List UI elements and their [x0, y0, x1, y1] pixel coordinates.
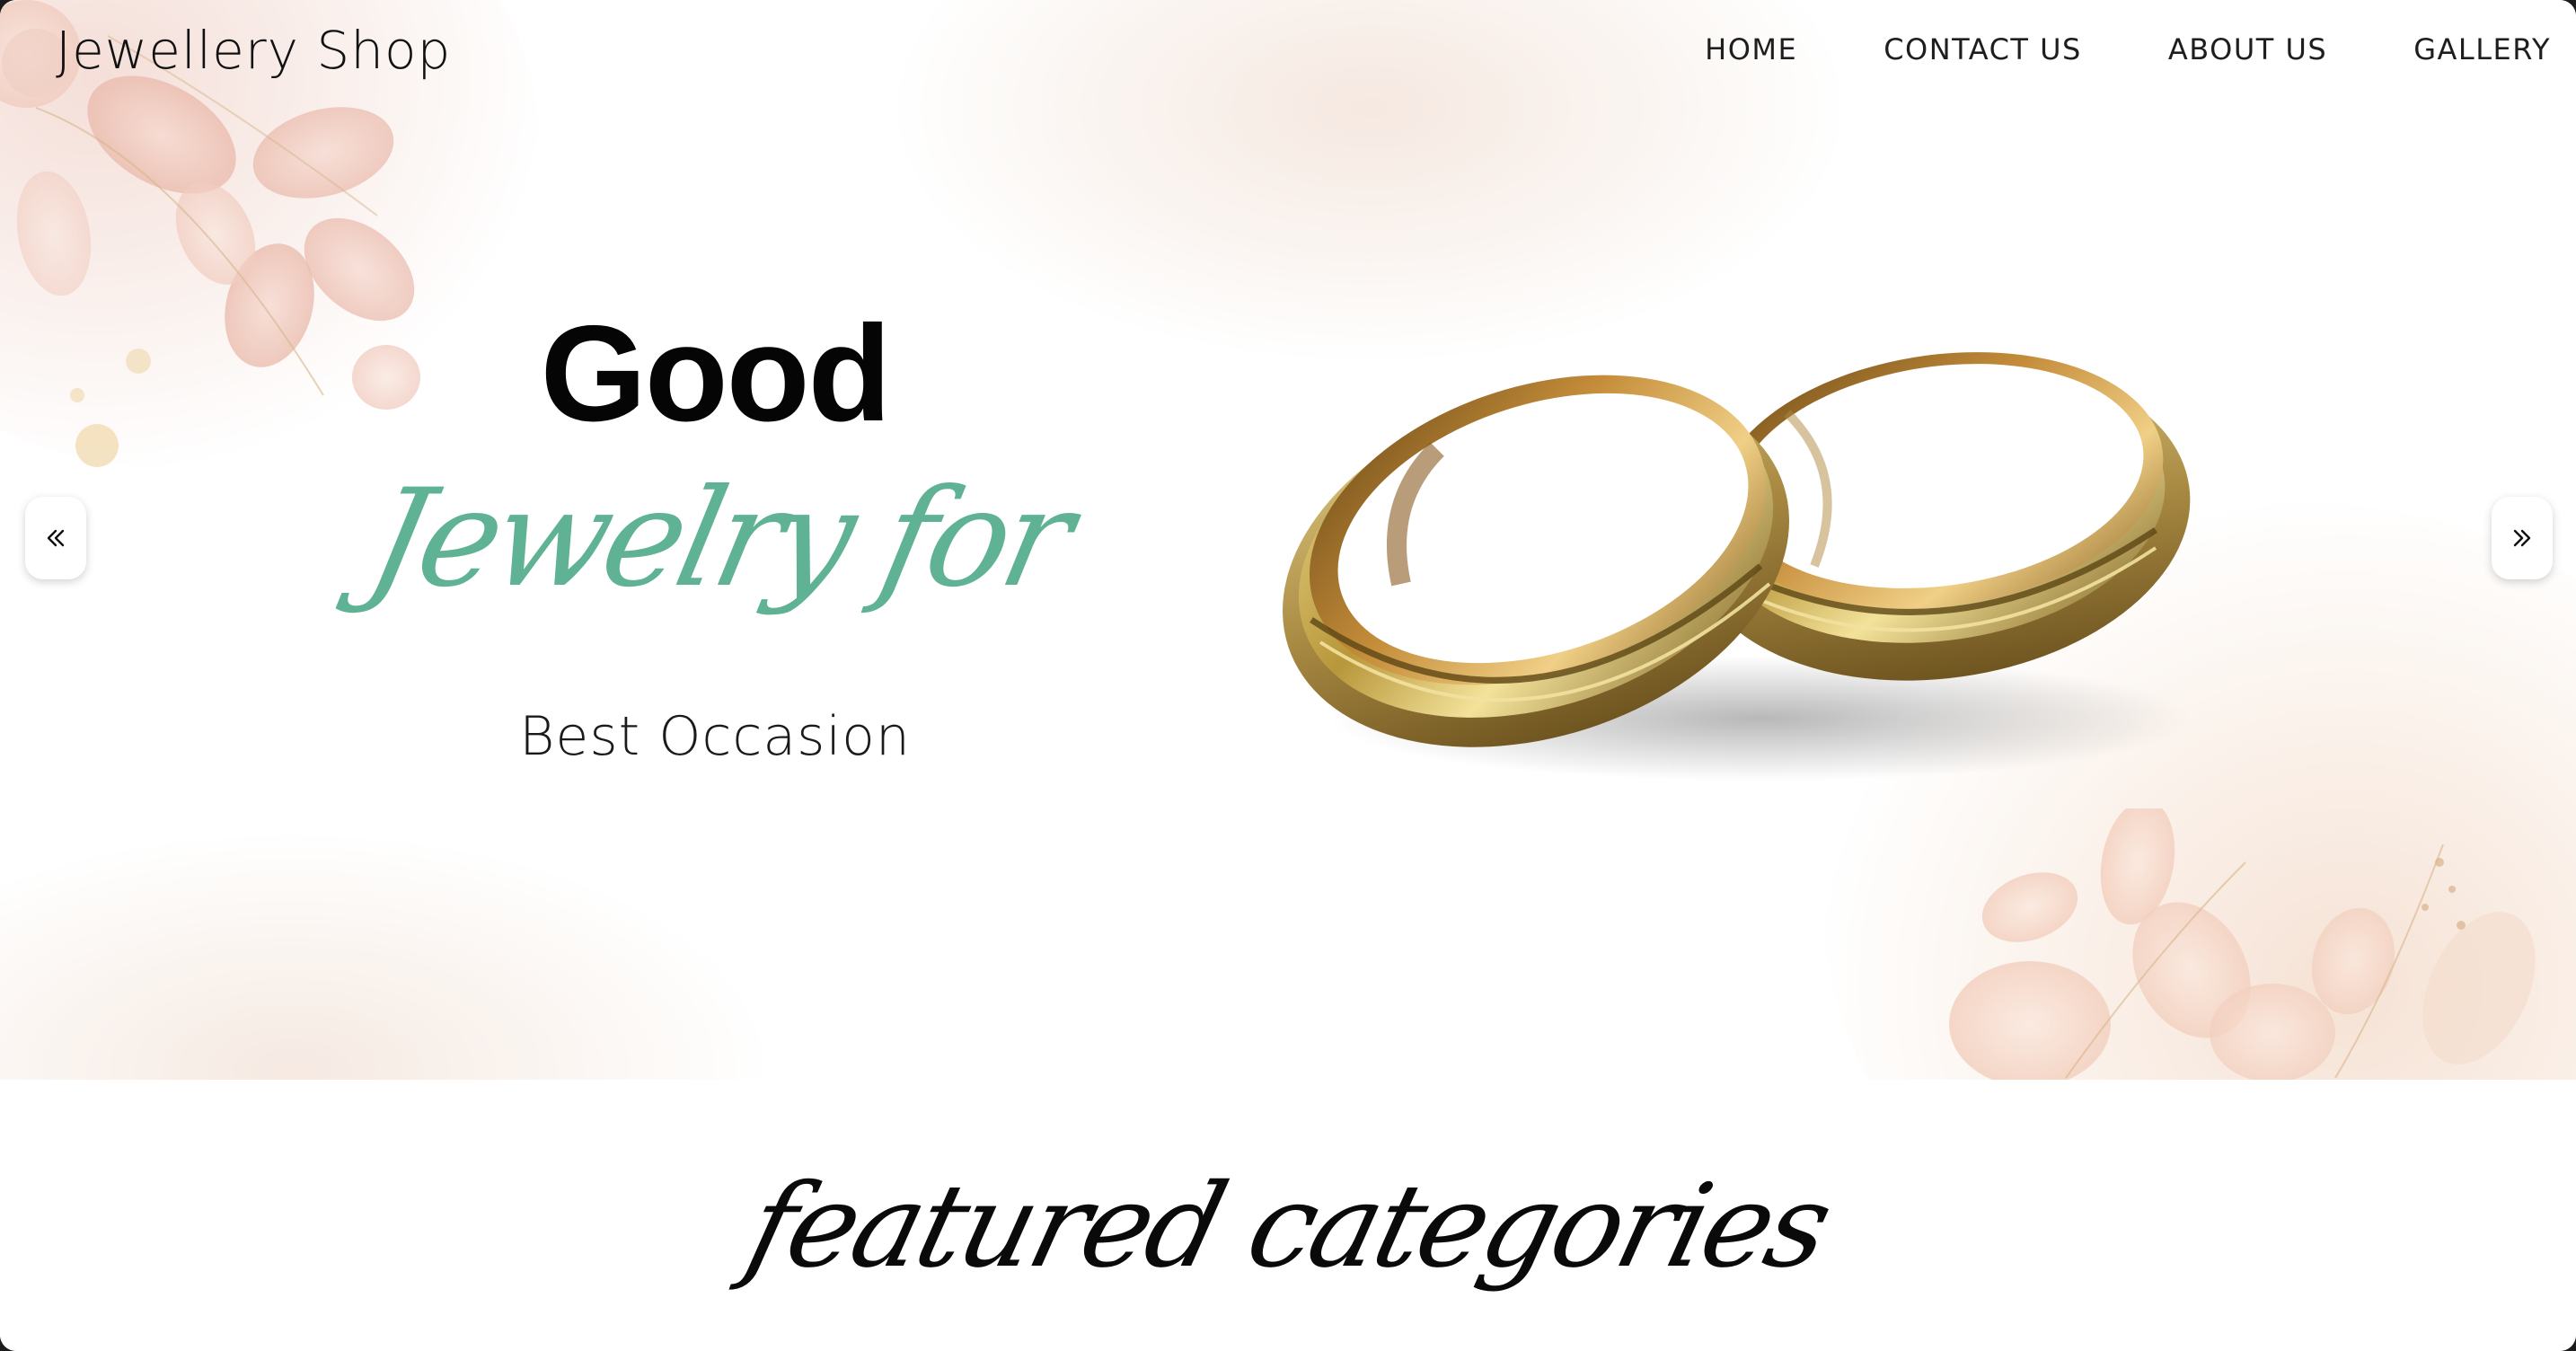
hero-banner: Jewellery Shop HOME CONTACT US ABOUT US …	[0, 0, 2576, 1080]
nav-contact-us[interactable]: CONTACT US	[1883, 32, 2082, 66]
featured-categories-title: featured categories	[735, 1160, 1842, 1294]
double-chevron-left-icon	[47, 529, 65, 547]
hero-heading-script: Jewelry for	[356, 461, 1081, 617]
gold-wedding-rings-image	[1283, 352, 2192, 781]
carousel-prev-button[interactable]	[25, 497, 86, 579]
nav-home[interactable]: HOME	[1705, 32, 1797, 66]
watercolor-wash-bottom-left	[0, 835, 763, 1080]
carousel-next-button[interactable]	[2492, 497, 2553, 579]
brand-logo[interactable]: Jewellery Shop	[56, 20, 451, 81]
page: Jewellery Shop HOME CONTACT US ABOUT US …	[0, 0, 2576, 1351]
nav-about-us[interactable]: ABOUT US	[2168, 32, 2327, 66]
double-chevron-right-icon	[2513, 529, 2531, 547]
nav-gallery[interactable]: GALLERY	[2413, 32, 2551, 66]
main-nav: HOME CONTACT US ABOUT US GALLERY	[1705, 32, 2551, 66]
hero-subheading: Best Occasion	[519, 705, 911, 768]
hero-heading-good: Good	[540, 297, 892, 450]
floral-decoration-bottom-right	[1949, 808, 2536, 1080]
featured-categories-section: featured categories	[0, 1080, 2576, 1351]
